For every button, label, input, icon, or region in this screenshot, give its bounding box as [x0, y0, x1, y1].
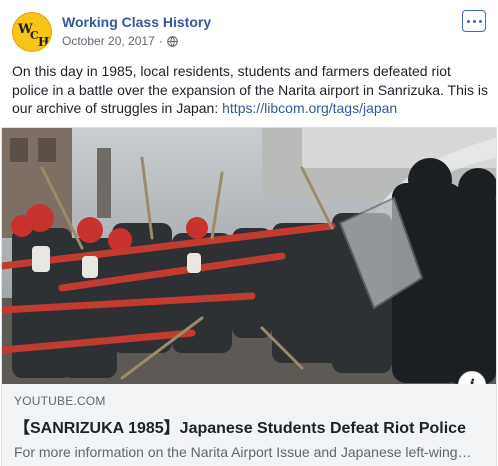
link-preview-meta[interactable]: YOUTUBE.COM 【SANRIZUKA 1985】Japanese Stu… [2, 384, 496, 466]
link-preview-card[interactable]: i YOUTUBE.COM 【SANRIZUKA 1985】Japanese S… [1, 127, 497, 466]
more-options-button[interactable] [462, 10, 486, 32]
riot-photo [2, 128, 496, 384]
more-dot [472, 19, 476, 23]
more-dot [466, 19, 470, 23]
post-body: On this day in 1985, local residents, st… [12, 62, 490, 118]
wch-logo-icon: W C H [13, 13, 51, 51]
avatar-letter-h: H [38, 35, 49, 49]
post-body-link[interactable]: https://libcom.org/tags/japan [222, 100, 397, 116]
meta-separator: · [158, 34, 163, 48]
page-avatar[interactable]: W C H [12, 12, 52, 52]
more-dot [478, 19, 482, 23]
page-name-link[interactable]: Working Class History [62, 14, 211, 30]
post-header: W C H Working Class History October 20, … [12, 10, 486, 56]
post-date[interactable]: October 20, 2017 [62, 34, 155, 48]
globe-icon [166, 35, 178, 47]
link-title[interactable]: 【SANRIZUKA 1985】Japanese Students Defeat… [14, 414, 484, 438]
link-domain: YOUTUBE.COM [14, 394, 106, 408]
post-meta: October 20, 2017 · [62, 34, 178, 48]
link-description: For more information on the Narita Airpo… [14, 444, 472, 460]
facebook-post: W C H Working Class History October 20, … [0, 0, 498, 466]
link-preview-image[interactable] [2, 128, 496, 384]
